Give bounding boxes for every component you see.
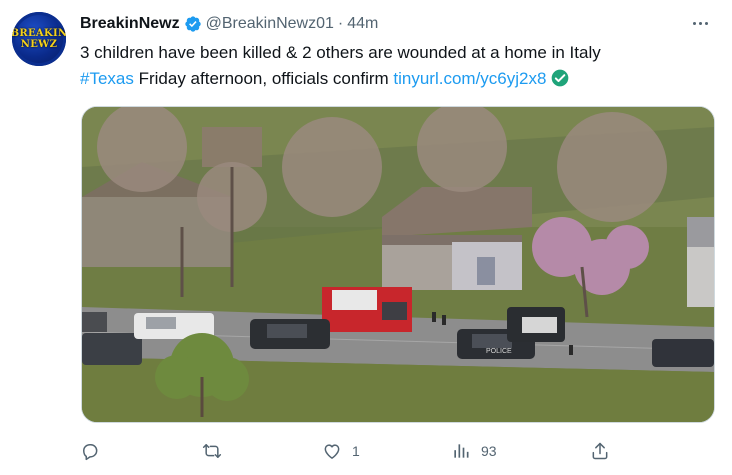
views-button[interactable]: 93: [451, 438, 497, 464]
heart-icon: [324, 444, 340, 459]
aerial-scene-illustration: POLICE: [82, 107, 714, 422]
share-button[interactable]: [590, 438, 610, 464]
reply-icon: [83, 444, 98, 461]
url-link[interactable]: tinyurl.com/yc6yj2x8: [393, 69, 546, 88]
avatar-logo-line1: BREAKIN: [12, 28, 66, 39]
reply-button[interactable]: [80, 438, 110, 464]
tweet-media-image[interactable]: POLICE: [81, 106, 715, 423]
user-handle[interactable]: @BreakinNewz01: [206, 15, 334, 33]
more-options-icon[interactable]: [688, 13, 712, 33]
retweet-icon: [202, 444, 222, 458]
tweet-actions: 1 93: [80, 438, 710, 464]
tweet-text-part1: 3 children have been killed & 2 others a…: [80, 43, 601, 62]
share-icon: [592, 442, 608, 460]
hashtag-link[interactable]: #Texas: [80, 69, 134, 88]
avatar[interactable]: BREAKIN NEWZ: [12, 12, 66, 66]
tweet: BREAKIN NEWZ BreakinNewz @BreakinNewz01 …: [0, 0, 732, 475]
separator-dot: ·: [337, 15, 344, 32]
display-name[interactable]: BreakinNewz: [80, 15, 180, 33]
views-count: 93: [481, 443, 497, 459]
avatar-logo-line2: NEWZ: [20, 39, 58, 50]
timestamp[interactable]: 44m: [347, 15, 378, 33]
police-car-text: POLICE: [486, 348, 512, 355]
views-chart-icon: [454, 444, 469, 458]
like-count: 1: [352, 443, 360, 459]
tweet-text: 3 children have been killed & 2 others a…: [80, 40, 720, 92]
tweet-text-part2: Friday afternoon, officials confirm: [133, 69, 394, 88]
check-mark-icon: [552, 69, 569, 87]
like-button[interactable]: 1: [322, 438, 360, 464]
retweet-button[interactable]: [202, 438, 232, 464]
tweet-header: BreakinNewz @BreakinNewz01 · 44m: [80, 13, 378, 35]
verified-badge-icon[interactable]: [184, 15, 202, 33]
